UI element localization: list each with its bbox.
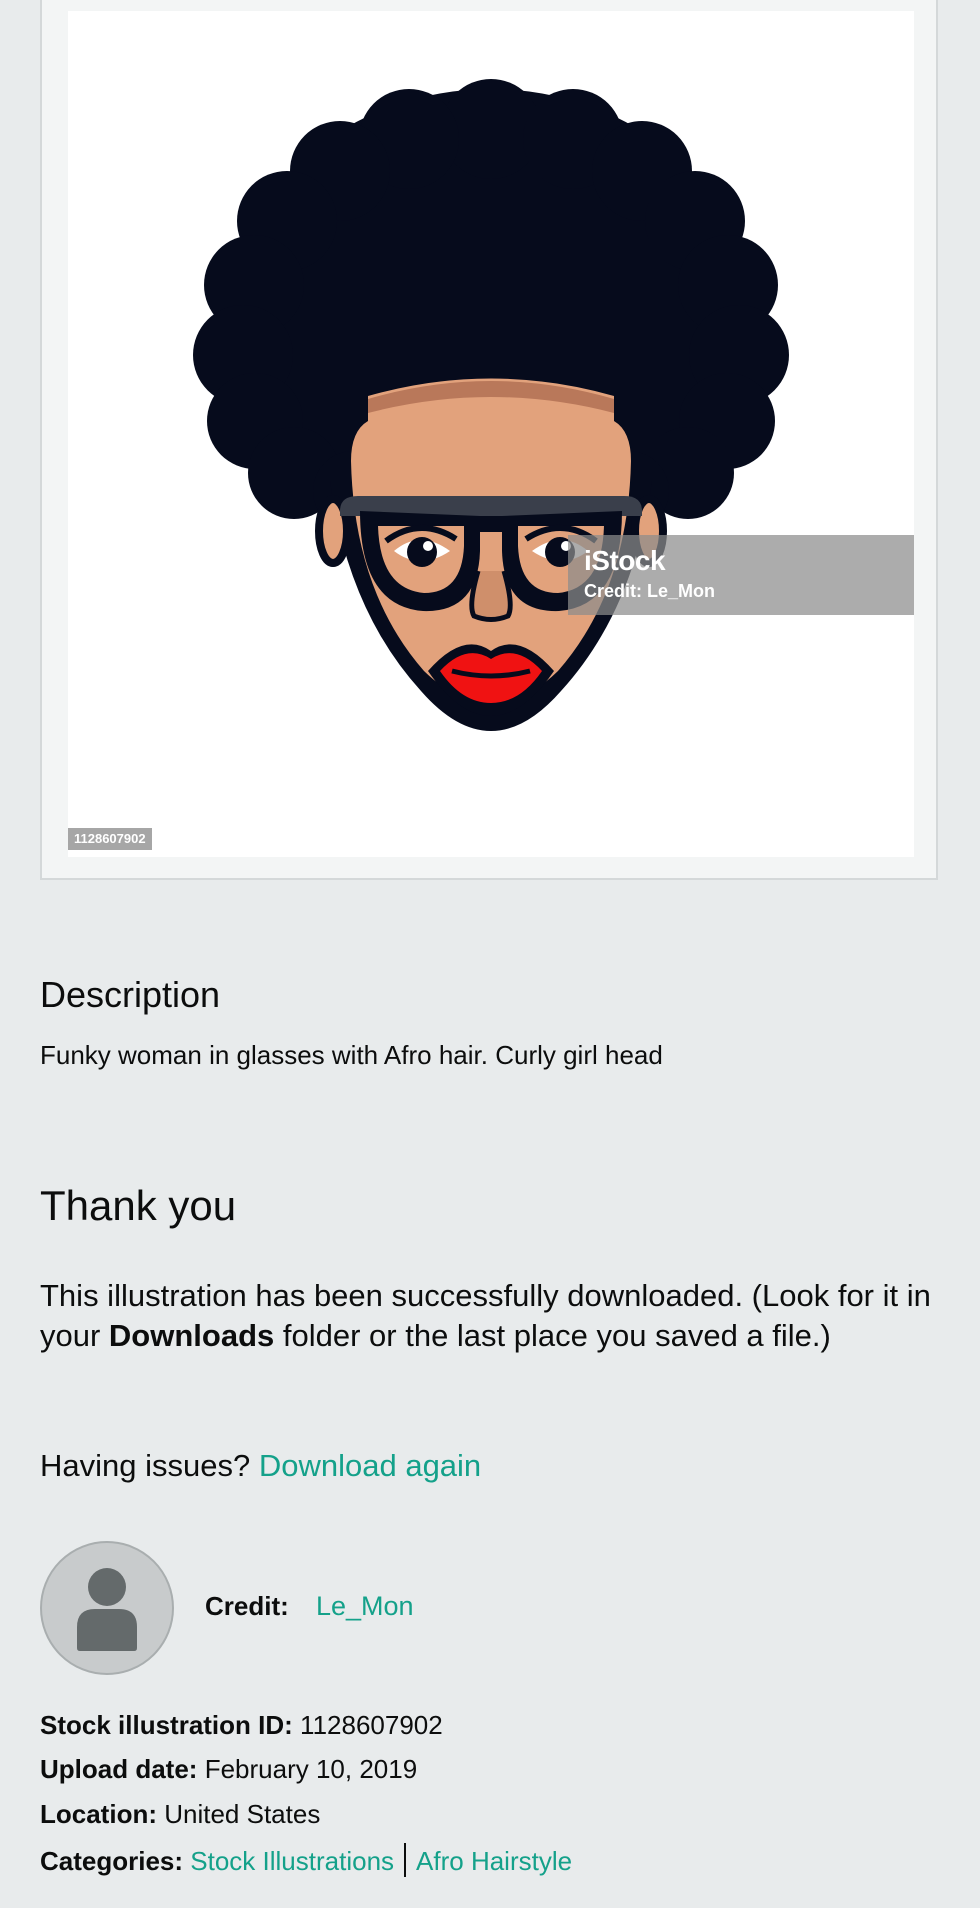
- istock-watermark: iStock Credit: Le_Mon: [568, 535, 914, 615]
- location-label: Location:: [40, 1799, 157, 1829]
- afro-woman-illustration: [193, 79, 789, 731]
- download-again-link[interactable]: Download again: [259, 1448, 481, 1483]
- location-value: United States: [164, 1799, 321, 1829]
- category-link-afro-hairstyle[interactable]: Afro Hairstyle: [416, 1846, 572, 1876]
- category-separator: [404, 1843, 407, 1877]
- image-preview: iStock Credit: Le_Mon 1128607902: [68, 11, 914, 857]
- description-text: Funky woman in glasses with Afro hair. C…: [40, 1040, 663, 1070]
- upload-date-row: Upload date: February 10, 2019: [40, 1754, 417, 1785]
- watermark-brand: iStock: [584, 545, 666, 576]
- contributor-link[interactable]: Le_Mon: [316, 1591, 414, 1622]
- avatar[interactable]: [40, 1541, 174, 1675]
- categories-label: Categories:: [40, 1846, 184, 1876]
- image-id-badge: 1128607902: [68, 828, 152, 850]
- credit-label: Credit:: [205, 1591, 289, 1621]
- illustration-id-value: 1128607902: [300, 1710, 443, 1740]
- upload-date-value: February 10, 2019: [204, 1754, 418, 1784]
- categories-row: Categories: Stock Illustrations Afro Hair…: [40, 1843, 572, 1877]
- downloads-folder-name: Downloads: [108, 1318, 275, 1353]
- category-link-stock-illustrations[interactable]: Stock Illustrations: [190, 1846, 394, 1876]
- download-success-message: This illustration has been successfully …: [40, 1276, 940, 1356]
- image-preview-frame: iStock Credit: Le_Mon 1128607902: [40, 0, 938, 880]
- user-icon: [77, 1568, 137, 1651]
- location-row: Location: United States: [40, 1799, 320, 1830]
- download-message-part: folder or the last place you saved a fil…: [274, 1318, 831, 1353]
- having-issues-label: Having issues?: [40, 1448, 251, 1483]
- description-heading: Description: [40, 974, 221, 1015]
- having-issues-row: Having issues? Download again: [40, 1448, 481, 1484]
- thank-you-heading: Thank you: [40, 1182, 237, 1229]
- illustration-id-row: Stock illustration ID: 1128607902: [40, 1710, 443, 1741]
- illustration-id-label: Stock illustration ID:: [40, 1710, 293, 1740]
- upload-date-label: Upload date:: [40, 1754, 198, 1784]
- watermark-credit: Credit: Le_Mon: [584, 581, 716, 601]
